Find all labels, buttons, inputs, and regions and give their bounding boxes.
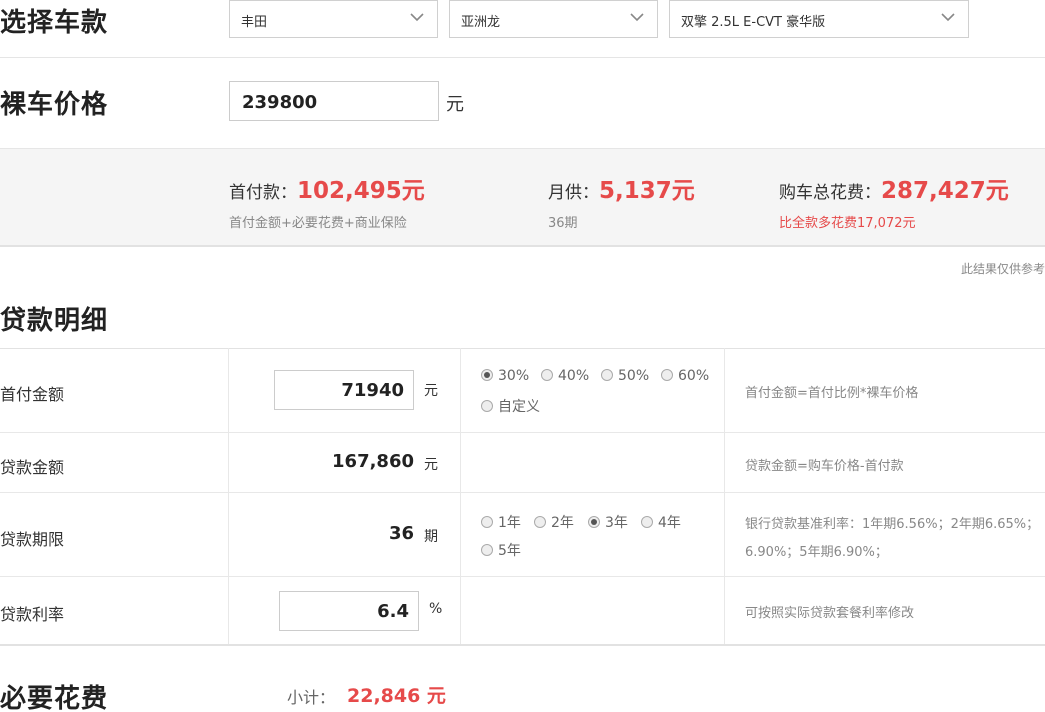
subtotal-label: 小计： xyxy=(287,688,336,707)
radio-selected-icon xyxy=(588,516,600,528)
radio-label: 2年 xyxy=(551,515,574,531)
total-cost-amount: 287,427元 xyxy=(881,178,1009,204)
necessary-cost-title: 必要花费 xyxy=(0,684,109,712)
down-amount-note: 首付金额=首付比例*裸车价格 xyxy=(745,386,919,401)
loan-term-unit: 期 xyxy=(424,529,438,545)
brand-select-value: 丰田 xyxy=(241,15,268,30)
down-payment-label: 首付款： xyxy=(229,183,297,203)
radio-icon xyxy=(641,516,653,528)
term-1y[interactable]: 1年 xyxy=(481,512,521,532)
chevron-down-icon xyxy=(630,13,644,22)
column-divider xyxy=(460,348,461,644)
chevron-down-icon xyxy=(941,13,955,22)
series-select[interactable]: 亚洲龙 xyxy=(449,0,658,38)
monthly-amount: 5,137元 xyxy=(599,178,695,204)
loan-rate-value: 6.4 xyxy=(377,601,409,622)
down-payment-amount: 102,495元 xyxy=(297,178,425,204)
radio-label: 3年 xyxy=(605,515,628,531)
total-cost-subtext: 比全款多花费17,072元 xyxy=(779,216,916,231)
radio-label: 40% xyxy=(558,368,590,384)
loan-term-value: 36 xyxy=(388,523,414,544)
loan-amount-value: 167,860 xyxy=(332,451,414,472)
row-divider xyxy=(0,576,1045,577)
row-divider xyxy=(0,492,1045,493)
down-ratio-custom[interactable]: 自定义 xyxy=(481,396,540,416)
divider xyxy=(0,57,1045,58)
loan-rate-unit: % xyxy=(429,601,443,617)
radio-label: 50% xyxy=(618,368,650,384)
radio-icon xyxy=(534,516,546,528)
loan-term-label: 贷款期限 xyxy=(0,530,65,549)
radio-selected-icon xyxy=(481,369,493,381)
loan-amount-unit: 元 xyxy=(424,457,438,473)
loan-amount-label: 贷款金额 xyxy=(0,458,65,477)
model-select[interactable]: 双擎 2.5L E-CVT 豪华版 xyxy=(669,0,969,38)
table-top-border xyxy=(0,348,1045,349)
total-cost-label: 购车总花费： xyxy=(779,183,881,203)
radio-label: 30% xyxy=(498,368,530,384)
table-bottom-border xyxy=(0,644,1045,646)
brand-select[interactable]: 丰田 xyxy=(229,0,438,38)
radio-label: 1年 xyxy=(498,515,521,531)
chevron-down-icon xyxy=(410,13,424,22)
loan-amount-note: 贷款金额=购车价格-首付款 xyxy=(745,459,904,474)
term-2y[interactable]: 2年 xyxy=(534,512,574,532)
down-ratio-40[interactable]: 40% xyxy=(541,368,589,384)
loan-detail-title: 贷款明细 xyxy=(0,306,109,336)
subtotal-amount: 22,846 元 xyxy=(347,685,446,707)
down-amount-unit: 元 xyxy=(424,383,438,399)
term-4y[interactable]: 4年 xyxy=(641,512,681,532)
bare-price-value: 239800 xyxy=(242,92,318,113)
radio-icon xyxy=(481,544,493,556)
radio-icon xyxy=(661,369,673,381)
select-car-title: 选择车款 xyxy=(0,8,109,38)
down-payment-summary: 首付款：102,495元 xyxy=(229,171,425,205)
down-payment-subtext: 首付金额+必要花费+商业保险 xyxy=(229,216,407,231)
payment-summary: 首付款：102,495元 首付金额+必要花费+商业保险 月供：5,137元 36… xyxy=(0,148,1045,247)
row-divider xyxy=(0,432,1045,433)
down-ratio-60[interactable]: 60% xyxy=(661,368,709,384)
total-cost-summary: 购车总花费：287,427元 xyxy=(779,171,1009,205)
radio-label: 自定义 xyxy=(498,399,540,415)
down-amount-label: 首付金额 xyxy=(0,385,65,404)
column-divider xyxy=(724,348,725,644)
loan-rate-label: 贷款利率 xyxy=(0,605,65,624)
radio-icon xyxy=(481,516,493,528)
reference-note: 此结果仅供参考 xyxy=(960,262,1045,276)
radio-label: 60% xyxy=(678,368,710,384)
bare-price-unit: 元 xyxy=(446,94,464,115)
loan-rate-note: 可按照实际贷款套餐利率修改 xyxy=(745,606,915,621)
loan-rate-input[interactable]: 6.4 xyxy=(279,591,419,631)
radio-label: 4年 xyxy=(658,515,681,531)
down-amount-value: 71940 xyxy=(341,380,404,401)
monthly-label: 月供： xyxy=(548,183,599,203)
radio-icon xyxy=(601,369,613,381)
column-divider xyxy=(228,348,229,644)
loan-term-note-line2: 6.90%；5年期6.90%； xyxy=(745,545,888,560)
model-select-value: 双擎 2.5L E-CVT 豪华版 xyxy=(681,15,826,30)
loan-term-note-line1: 银行贷款基准利率：1年期6.56%；2年期6.65%； xyxy=(745,517,1040,532)
series-select-value: 亚洲龙 xyxy=(461,15,501,30)
term-5y[interactable]: 5年 xyxy=(481,540,521,560)
down-ratio-30[interactable]: 30% xyxy=(481,368,529,384)
radio-icon xyxy=(481,400,493,412)
bare-price-title: 裸车价格 xyxy=(0,90,109,120)
term-3y[interactable]: 3年 xyxy=(588,512,628,532)
down-ratio-50[interactable]: 50% xyxy=(601,368,649,384)
monthly-subtext: 36期 xyxy=(548,216,578,231)
radio-label: 5年 xyxy=(498,543,521,559)
monthly-summary: 月供：5,137元 xyxy=(548,171,695,205)
bare-price-input[interactable]: 239800 xyxy=(229,81,439,121)
radio-icon xyxy=(541,369,553,381)
down-amount-input[interactable]: 71940 xyxy=(274,370,414,410)
